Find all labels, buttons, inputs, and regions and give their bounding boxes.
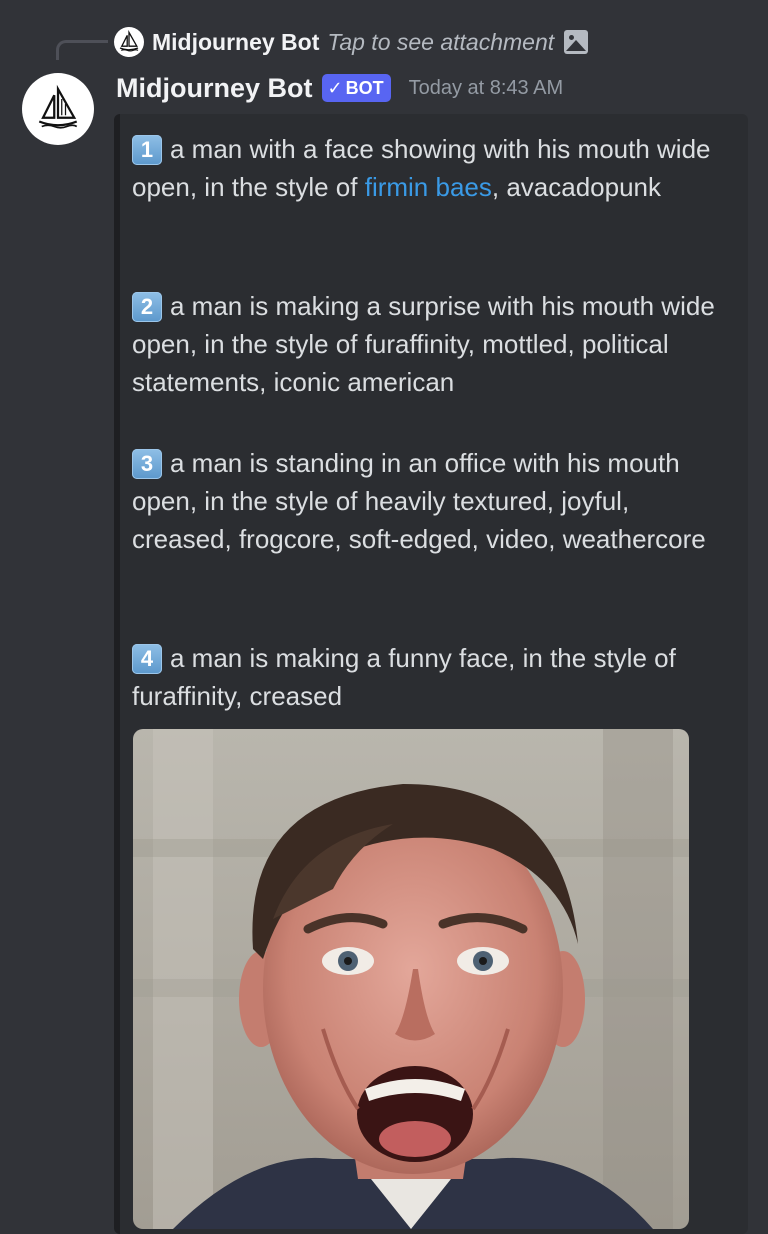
number-3-badge: 3 [132,449,162,479]
reply-preview-text[interactable]: Tap to see attachment [327,29,554,56]
prompt-item-2: 2a man is making a surprise with his mou… [132,287,732,401]
prompt-link[interactable]: firmin baes [365,172,492,202]
reply-avatar[interactable] [114,27,144,57]
reply-author-name[interactable]: Midjourney Bot [152,29,319,56]
message-header: Midjourney Bot ✓ BOT Today at 8:43 AM [116,68,563,108]
prompt-item-3: 3a man is standing in an office with his… [132,444,732,558]
author-avatar[interactable] [22,73,94,145]
prompt-text-after-link: , avacadopunk [491,172,662,202]
prompt-item-1: 1a man with a face showing with his mout… [132,130,732,206]
image-icon [564,30,589,54]
sailboat-logo-icon [38,84,78,129]
generated-photo-image [133,729,689,1229]
number-4-badge: 4 [132,644,162,674]
author-name[interactable]: Midjourney Bot [116,73,313,104]
reply-preview[interactable]: Midjourney Bot Tap to see attachment [114,26,589,58]
attachment-image[interactable] [133,729,689,1229]
bot-tag-label: BOT [345,78,384,98]
verified-check-icon: ✓ [327,78,343,98]
prompt-text: a man is standing in an office with his … [132,448,706,554]
number-1-badge: 1 [132,135,162,165]
prompt-text: a man is making a surprise with his mout… [132,291,715,397]
number-2-badge: 2 [132,292,162,322]
prompt-text: a man is making a funny face, in the sty… [132,643,676,711]
sailboat-logo-icon [119,30,139,52]
message-timestamp: Today at 8:43 AM [408,76,564,99]
reply-connector-line [56,40,108,60]
bot-tag: ✓ BOT [321,74,391,102]
prompt-item-4: 4a man is making a funny face, in the st… [132,639,732,715]
